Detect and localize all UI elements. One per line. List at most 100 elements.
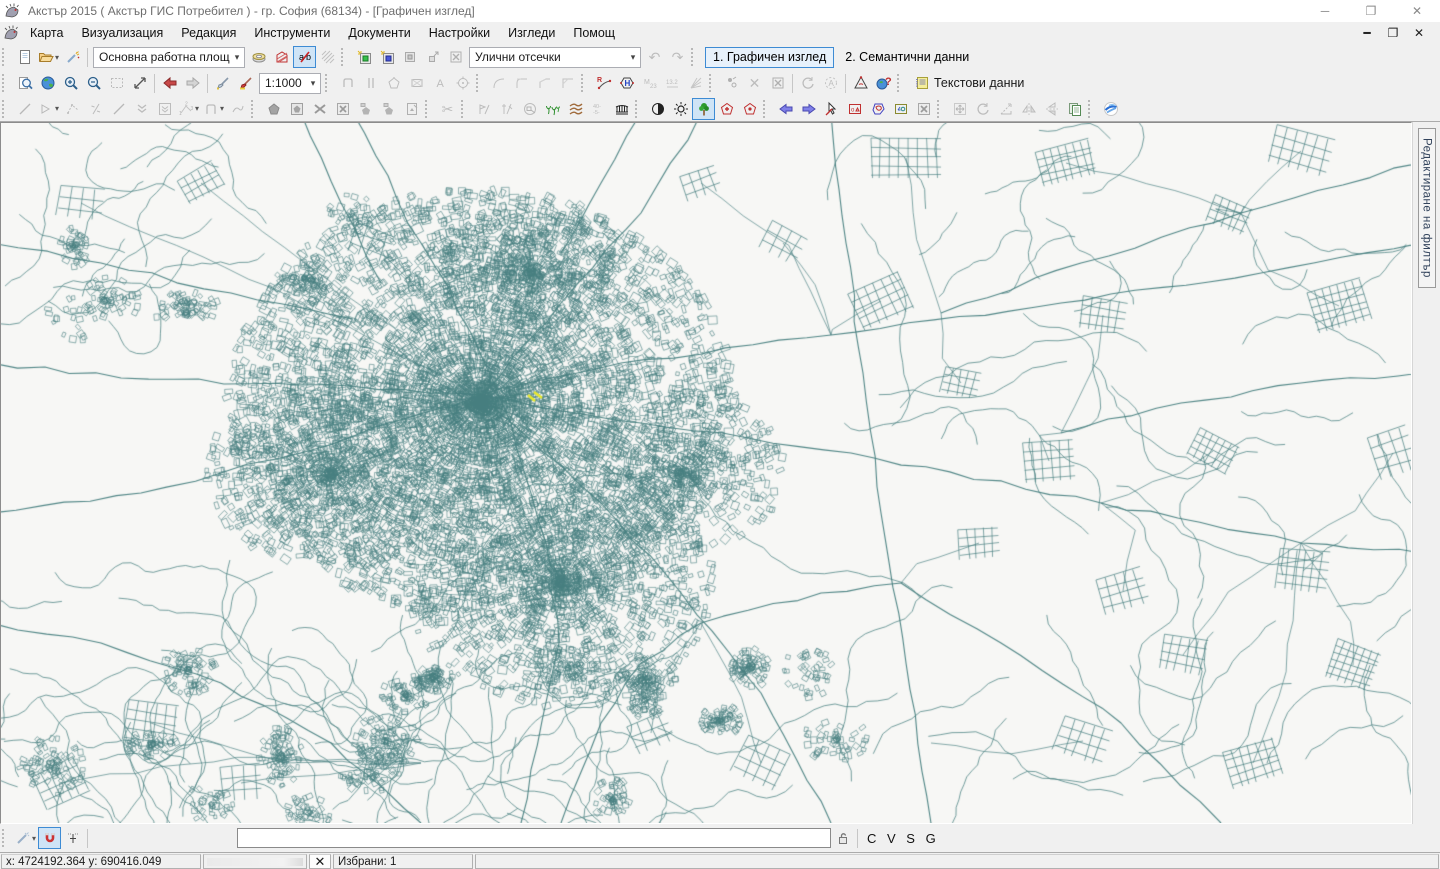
contrast-button[interactable] bbox=[646, 98, 669, 120]
railway-layer-button[interactable] bbox=[610, 98, 633, 120]
toolbar-separator bbox=[87, 829, 88, 848]
corner-trim-icon bbox=[560, 75, 576, 91]
numbering-button: M23 bbox=[638, 72, 661, 94]
command-input[interactable] bbox=[237, 828, 831, 848]
clear-selection-button[interactable]: ✕ bbox=[309, 854, 331, 869]
world-view-button[interactable] bbox=[36, 72, 59, 94]
menu-nastroiki[interactable]: Настройки bbox=[420, 24, 499, 42]
toolbar-grip bbox=[2, 74, 11, 92]
open-document-button[interactable]: ▾ bbox=[36, 46, 61, 68]
region-small-alt-icon bbox=[381, 101, 397, 117]
segment-direction-button: ▾ bbox=[36, 98, 61, 120]
menu-instrumenti[interactable]: Инструменти bbox=[245, 24, 339, 42]
window-restore-button[interactable]: ❐ bbox=[1348, 0, 1394, 22]
new-graphic-view-button[interactable] bbox=[352, 46, 375, 68]
red-hatch-button[interactable] bbox=[270, 46, 293, 68]
area-contour-button[interactable] bbox=[866, 98, 889, 120]
region-centroid-button[interactable] bbox=[738, 98, 761, 120]
toolbar-grip bbox=[937, 100, 946, 118]
window-minimize-button[interactable]: ─ bbox=[1302, 0, 1348, 22]
chevron-down-icon[interactable]: ▾ bbox=[626, 52, 640, 63]
pan-view-button[interactable] bbox=[128, 72, 151, 94]
vegetation-layer-button[interactable] bbox=[541, 98, 564, 120]
redraw-all-button[interactable] bbox=[234, 72, 257, 94]
radius-dimension-button[interactable]: R bbox=[592, 72, 615, 94]
brightness-button[interactable] bbox=[669, 98, 692, 120]
area-labels-button[interactable]: o bbox=[843, 98, 866, 120]
tab-graphic-view[interactable]: 1. Графичен изглед bbox=[705, 47, 834, 68]
add-region-point-button[interactable] bbox=[715, 98, 738, 120]
refresh-view-button[interactable] bbox=[211, 72, 234, 94]
new-semantic-view-button[interactable] bbox=[375, 46, 398, 68]
node-split-button bbox=[495, 98, 518, 120]
zoom-out-button[interactable] bbox=[82, 72, 105, 94]
angle-measure-button[interactable] bbox=[849, 72, 872, 94]
tab-semantic-data[interactable]: 2. Семантични данни bbox=[837, 47, 977, 68]
menu-pomosht[interactable]: Помощ bbox=[564, 24, 624, 42]
layers-button[interactable] bbox=[247, 46, 270, 68]
scale-object-button bbox=[994, 98, 1017, 120]
region-small-alt-button bbox=[377, 98, 400, 120]
drop-nodes-button bbox=[130, 98, 153, 120]
region-create-button bbox=[262, 98, 285, 120]
toolbar-grip bbox=[341, 48, 350, 66]
coordinate-entry-button[interactable] bbox=[61, 827, 84, 849]
split-percent-button bbox=[84, 98, 107, 120]
lock-scale-button[interactable] bbox=[831, 827, 854, 849]
world-view-icon bbox=[40, 75, 56, 91]
identify-object-button[interactable]: ? bbox=[872, 72, 895, 94]
child-minimize-button[interactable]: ━ bbox=[1354, 26, 1380, 40]
chevron-down-icon[interactable]: ▾ bbox=[306, 78, 320, 89]
previous-object-button[interactable] bbox=[774, 98, 797, 120]
layer-combo[interactable]: Улични отсечки▾ bbox=[469, 47, 641, 68]
coordinates-value: x: 4724192.364 y: 690416.049 bbox=[6, 856, 161, 868]
snap-mode-button[interactable]: ▾ bbox=[13, 827, 38, 849]
menu-dokumenti[interactable]: Документи bbox=[339, 24, 419, 42]
labels-visibility-button[interactable]: ab bbox=[293, 46, 316, 68]
coordinate-entry-icon bbox=[65, 830, 81, 846]
layers-icon bbox=[251, 49, 267, 65]
split-percent-icon bbox=[88, 101, 104, 117]
zoom-window-icon bbox=[109, 75, 125, 91]
pick-object-button[interactable] bbox=[820, 98, 843, 120]
scale-combo[interactable]: 1:1000▾ bbox=[259, 73, 321, 94]
hatch-grid-icon bbox=[320, 49, 336, 65]
menu-izgledi[interactable]: Изгледи bbox=[499, 24, 564, 42]
toolbar-separator bbox=[87, 48, 88, 67]
zoom-in-button[interactable] bbox=[59, 72, 82, 94]
menu-vizualizacia[interactable]: Визуализация bbox=[72, 24, 172, 42]
join-segments-icon bbox=[111, 101, 127, 117]
next-object-button[interactable] bbox=[797, 98, 820, 120]
path-profile-button: ▾ bbox=[201, 98, 226, 120]
child-close-button[interactable]: ✕ bbox=[1406, 26, 1432, 40]
open-document-icon bbox=[38, 49, 54, 65]
window-close-button[interactable]: ✕ bbox=[1394, 0, 1440, 22]
region-document-icon bbox=[404, 101, 420, 117]
redo-icon: ↷ bbox=[672, 50, 684, 64]
green-areas-button[interactable] bbox=[692, 98, 715, 120]
new-document-button[interactable] bbox=[13, 46, 36, 68]
menu-redakcia[interactable]: Редакция bbox=[172, 24, 245, 42]
h-object-button[interactable]: H bbox=[615, 72, 638, 94]
filter-edit-tab[interactable]: Редактиране на филтър bbox=[1418, 128, 1436, 288]
workspace-combo[interactable]: Основна работна площ▾ bbox=[93, 47, 245, 68]
map-frame-button[interactable] bbox=[889, 98, 912, 120]
copy-object-button[interactable] bbox=[1063, 98, 1086, 120]
tools-wand-button[interactable] bbox=[61, 46, 84, 68]
map-canvas[interactable] bbox=[1, 123, 1411, 823]
chevron-down-icon[interactable]: ▾ bbox=[230, 52, 244, 63]
text-data-button[interactable]: Текстови данни bbox=[908, 72, 1030, 94]
zoom-extents-button[interactable] bbox=[13, 72, 36, 94]
move-object-icon bbox=[952, 101, 968, 117]
mirror-object-icon bbox=[1021, 101, 1037, 117]
menu-karta[interactable]: Карта bbox=[21, 24, 72, 42]
previous-view-button[interactable] bbox=[158, 72, 181, 94]
contours-layer-button[interactable] bbox=[564, 98, 587, 120]
rotate-text-button: A bbox=[819, 72, 842, 94]
google-earth-button[interactable] bbox=[1099, 98, 1122, 120]
redo-button: ↷ bbox=[666, 46, 689, 68]
snap-toggle-button[interactable] bbox=[38, 827, 61, 849]
child-restore-button[interactable]: ❐ bbox=[1380, 26, 1406, 40]
fillet-corner-button bbox=[510, 72, 533, 94]
window-controls: ─❐✕ bbox=[1302, 0, 1440, 22]
